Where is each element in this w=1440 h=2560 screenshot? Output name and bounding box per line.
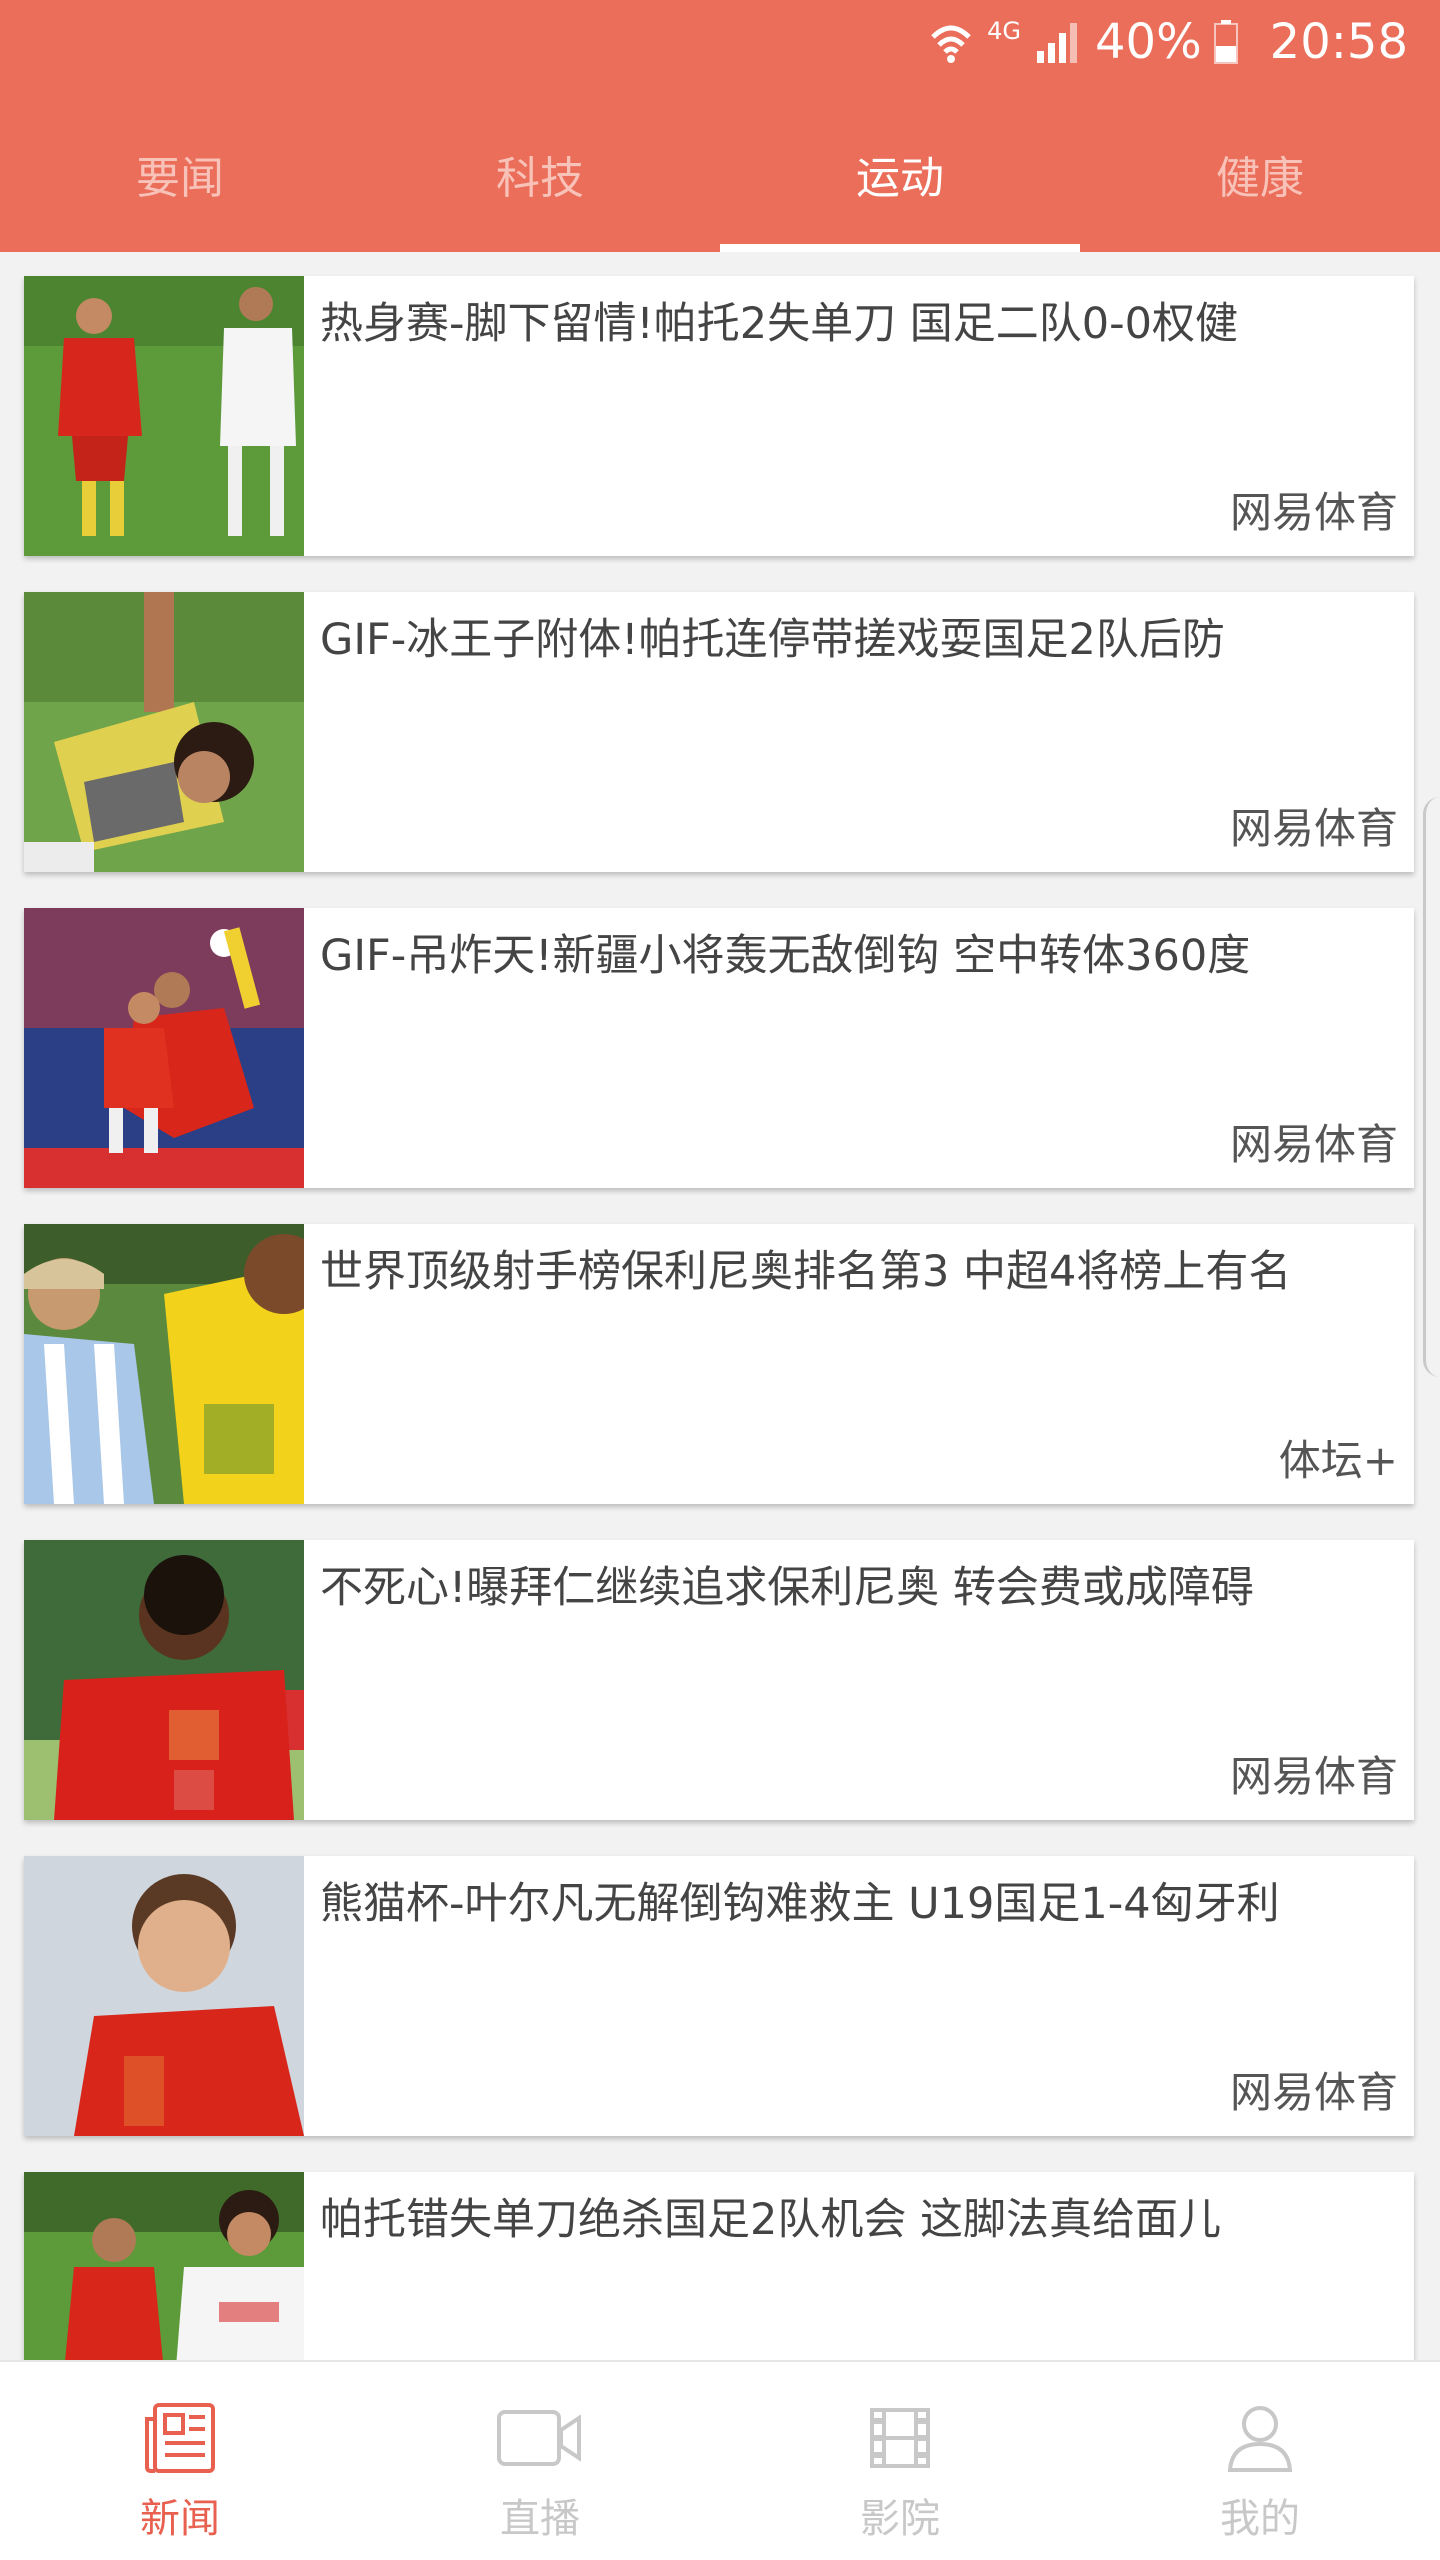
tab-sports[interactable]: 运动 [720,120,1080,252]
film-icon [868,2396,932,2480]
tab-label: 要闻 [136,153,224,204]
bottom-navigation: 新闻 直播 影院 我的 [0,2360,1440,2560]
active-tab-indicator [720,244,1080,252]
news-source: 体坛+ [1278,1436,1398,1485]
news-title: 熊猫杯-叶尔凡无解倒钩难救主 U19国足1-4匈牙利 [320,1879,1280,1929]
nav-label: 我的 [1220,2496,1300,2542]
news-title: 不死心!曝拜仁继续追求保利尼奥 转会费或成障碍 [320,1563,1254,1613]
status-bar: 4G 40% 20:58 [929,12,1408,72]
nav-news[interactable]: 新闻 [0,2362,360,2560]
wifi-icon [929,17,973,67]
battery-icon [1213,20,1238,64]
nav-label: 直播 [500,2496,580,2542]
news-thumbnail [24,1224,304,1504]
news-title: GIF-冰王子附体!帕托连停带搓戏耍国足2队后防 [320,615,1225,665]
app-header: 4G 40% 20:58 要闻 科技 运动 健康 [0,0,1440,252]
news-title: 热身赛-脚下留情!帕托2失单刀 国足二队0-0权健 [320,299,1239,349]
news-item[interactable]: 帕托错失单刀绝杀国足2队机会 这脚法真给面儿 [24,2172,1414,2360]
tab-tech[interactable]: 科技 [360,120,720,252]
nav-live[interactable]: 直播 [360,2362,720,2560]
news-source: 网易体育 [1229,2068,1398,2117]
news-source: 网易体育 [1229,1120,1398,1169]
tab-label: 运动 [856,153,944,204]
battery-percent: 40% [1094,14,1202,70]
nav-cinema[interactable]: 影院 [720,2362,1080,2560]
news-item[interactable]: GIF-冰王子附体!帕托连停带搓戏耍国足2队后防 网易体育 [24,592,1414,872]
news-thumbnail [24,1540,304,1820]
news-title: GIF-吊炸天!新疆小将轰无敌倒钩 空中转体360度 [320,931,1251,981]
news-title: 帕托错失单刀绝杀国足2队机会 这脚法真给面儿 [320,2195,1222,2245]
tab-headlines[interactable]: 要闻 [0,120,360,252]
tab-label: 科技 [496,153,584,204]
nav-profile[interactable]: 我的 [1080,2362,1440,2560]
news-source: 网易体育 [1229,804,1398,853]
news-thumbnail [24,276,304,556]
category-tabs: 要闻 科技 运动 健康 [0,120,1440,252]
news-item[interactable]: 不死心!曝拜仁继续追求保利尼奥 转会费或成障碍 网易体育 [24,1540,1414,1820]
app-screen: 4G 40% 20:58 要闻 科技 运动 健康 热身赛-脚下留情!帕托2失单刀… [0,0,1440,2560]
tab-label: 健康 [1216,153,1304,204]
video-camera-icon [495,2396,585,2480]
news-item[interactable]: GIF-吊炸天!新疆小将轰无敌倒钩 空中转体360度 网易体育 [24,908,1414,1188]
news-item[interactable]: 世界顶级射手榜保利尼奥排名第3 中超4将榜上有名 体坛+ [24,1224,1414,1504]
user-icon [1224,2396,1296,2480]
news-item[interactable]: 熊猫杯-叶尔凡无解倒钩难救主 U19国足1-4匈牙利 网易体育 [24,1856,1414,2136]
news-item[interactable]: 热身赛-脚下留情!帕托2失单刀 国足二队0-0权健 网易体育 [24,276,1414,556]
news-thumbnail [24,908,304,1188]
news-thumbnail [24,1856,304,2136]
news-list[interactable]: 热身赛-脚下留情!帕托2失单刀 国足二队0-0权健 网易体育 GIF-冰王子附体… [0,252,1440,2360]
status-time: 20:58 [1269,14,1408,70]
scroll-edge-indicator [1423,797,1440,1377]
newspaper-icon [143,2396,217,2480]
news-source: 网易体育 [1229,488,1398,537]
news-thumbnail [24,592,304,872]
nav-label: 新闻 [140,2496,220,2542]
tab-health[interactable]: 健康 [1080,120,1440,252]
nav-label: 影院 [860,2496,940,2542]
news-thumbnail [24,2172,304,2360]
news-title: 世界顶级射手榜保利尼奥排名第3 中超4将榜上有名 [320,1247,1292,1297]
news-source: 网易体育 [1229,1752,1398,1801]
signal-icon [1035,19,1081,65]
network-type-label: 4G [987,17,1021,45]
